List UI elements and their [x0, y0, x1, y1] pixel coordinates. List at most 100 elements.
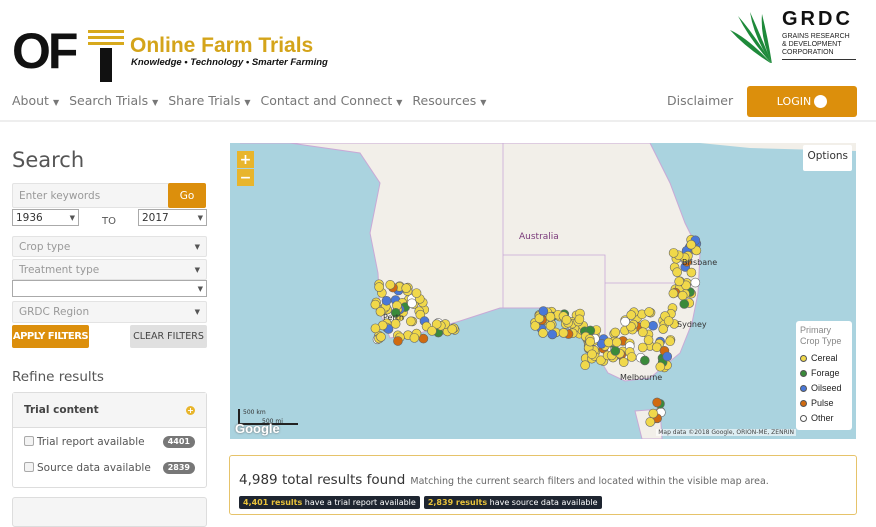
trial-marker[interactable] — [545, 320, 556, 331]
zoom-out-button[interactable]: − — [237, 169, 254, 186]
trial-marker[interactable] — [690, 277, 701, 288]
trial-marker[interactable] — [407, 298, 417, 309]
trial-marker[interactable] — [677, 290, 688, 301]
nav-share-trials[interactable]: Share Trials ▼ — [168, 93, 250, 108]
trial-marker[interactable] — [658, 324, 668, 334]
trial-marker[interactable] — [686, 239, 696, 250]
map-options-button[interactable]: Options — [803, 145, 852, 171]
label-perth: Perth — [383, 313, 404, 322]
checkbox[interactable] — [24, 462, 34, 472]
map-canvas[interactable] — [230, 143, 856, 439]
trial-marker[interactable] — [385, 279, 396, 290]
grdc-region-select[interactable]: GRDC Region ▼ — [12, 301, 207, 323]
legend-item-cereal: Cereal — [800, 351, 848, 366]
keyword-input[interactable]: Enter keywords — [12, 183, 170, 208]
year-from-select[interactable]: 1936 ▼ — [12, 209, 79, 226]
trial-marker[interactable] — [447, 324, 458, 334]
nav-about[interactable]: About ▼ — [12, 93, 59, 108]
trial-marker[interactable] — [638, 327, 648, 338]
trial-marker[interactable] — [610, 346, 621, 356]
nav-resources[interactable]: Resources ▼ — [412, 93, 486, 108]
next-panel[interactable] — [12, 497, 207, 527]
trial-marker[interactable] — [381, 295, 392, 306]
nav-contact[interactable]: Contact and Connect ▼ — [260, 93, 402, 108]
expand-icon[interactable]: + — [186, 405, 195, 415]
trial-marker[interactable] — [585, 336, 595, 347]
disclaimer-link[interactable]: Disclaimer — [667, 93, 733, 108]
zoom-in-button[interactable]: + — [237, 151, 254, 168]
legend-dot — [800, 385, 807, 392]
apply-filters-button[interactable]: APPLY FILTERS — [12, 325, 89, 348]
trial-marker[interactable] — [620, 316, 630, 327]
trial-marker[interactable] — [626, 352, 637, 362]
trial-marker[interactable] — [376, 332, 386, 342]
trial-marker[interactable] — [662, 351, 673, 362]
trial-marker[interactable] — [370, 323, 381, 334]
trial-marker[interactable] — [663, 316, 674, 326]
trial-marker[interactable] — [655, 361, 666, 372]
trial-marker[interactable] — [652, 397, 662, 408]
label-melbourne: Melbourne — [620, 373, 663, 382]
trial-marker[interactable] — [580, 360, 590, 371]
trial-marker[interactable] — [406, 316, 416, 327]
trial-marker[interactable] — [411, 288, 422, 298]
trial-marker[interactable] — [674, 276, 684, 287]
trial-marker[interactable] — [644, 307, 654, 317]
map-attribution[interactable]: Map data ©2018 Google, ORION-ME, ZENRIN — [656, 429, 796, 436]
nav-search-trials[interactable]: Search Trials ▼ — [69, 93, 158, 108]
trial-marker[interactable] — [668, 248, 679, 258]
login-button[interactable]: LOGIN — [747, 86, 857, 117]
results-note: Matching the current search filters and … — [410, 476, 769, 487]
legend-item-pulse: Pulse — [800, 396, 848, 411]
user-icon — [814, 95, 828, 108]
trial-marker[interactable] — [645, 417, 656, 427]
trial-map[interactable]: Australia Perth Brisbane Sydney Melbourn… — [230, 143, 856, 439]
trial-marker[interactable] — [587, 349, 597, 360]
legend-dot — [800, 415, 807, 422]
trial-marker[interactable] — [643, 335, 654, 345]
trial-marker[interactable] — [561, 315, 572, 325]
trial-marker[interactable] — [679, 299, 690, 309]
checkbox[interactable] — [24, 436, 34, 446]
trial-marker[interactable] — [665, 336, 675, 347]
crop-type-select[interactable]: Crop type ▼ — [12, 236, 207, 257]
trial-marker[interactable] — [393, 336, 403, 346]
trial-marker[interactable] — [672, 267, 682, 278]
trial-marker[interactable] — [637, 342, 648, 353]
trial-marker[interactable] — [409, 333, 420, 343]
trial-marker[interactable] — [538, 328, 548, 338]
source-badge[interactable]: 2,839 results have source data available — [423, 496, 602, 509]
filter-source-data[interactable]: Source data available 2839 — [24, 462, 195, 474]
total-results: 4,989 total results found — [239, 472, 406, 488]
report-badge[interactable]: 4,401 results have a trial report availa… — [239, 496, 420, 509]
year-to-select[interactable]: 2017 ▼ — [138, 209, 207, 226]
filter-trial-report[interactable]: Trial report available 4401 — [24, 436, 195, 462]
trial-marker[interactable] — [668, 288, 679, 299]
trial-marker[interactable] — [603, 337, 614, 348]
label-brisbane: Brisbane — [682, 258, 718, 267]
go-button[interactable]: Go — [168, 183, 206, 208]
trial-marker[interactable] — [427, 326, 437, 336]
trial-marker[interactable] — [374, 282, 384, 292]
clear-filters-button[interactable]: CLEAR FILTERS — [130, 325, 207, 348]
trial-marker[interactable] — [648, 320, 658, 331]
trial-content-header[interactable]: Trial content + — [13, 393, 206, 428]
trial-marker[interactable] — [574, 314, 585, 325]
trial-marker[interactable] — [610, 327, 621, 338]
trial-marker[interactable] — [401, 283, 412, 293]
trial-marker[interactable] — [686, 267, 697, 278]
legend-dot — [800, 400, 807, 407]
blank-select[interactable]: ▼ — [12, 280, 207, 297]
trial-marker[interactable] — [558, 328, 569, 338]
trial-marker[interactable] — [547, 329, 558, 340]
trial-marker[interactable] — [538, 306, 549, 316]
legend-title: Primary Crop Type — [800, 325, 842, 346]
trial-marker[interactable] — [640, 319, 650, 330]
trial-marker[interactable] — [648, 408, 658, 419]
trial-marker[interactable] — [640, 355, 650, 366]
trial-marker[interactable] — [612, 337, 622, 348]
treatment-type-select[interactable]: Treatment type ▼ — [12, 259, 207, 280]
site-title: Online Farm Trials — [130, 34, 314, 57]
trial-marker[interactable] — [618, 357, 629, 367]
zoom-controls: + − — [237, 151, 254, 186]
